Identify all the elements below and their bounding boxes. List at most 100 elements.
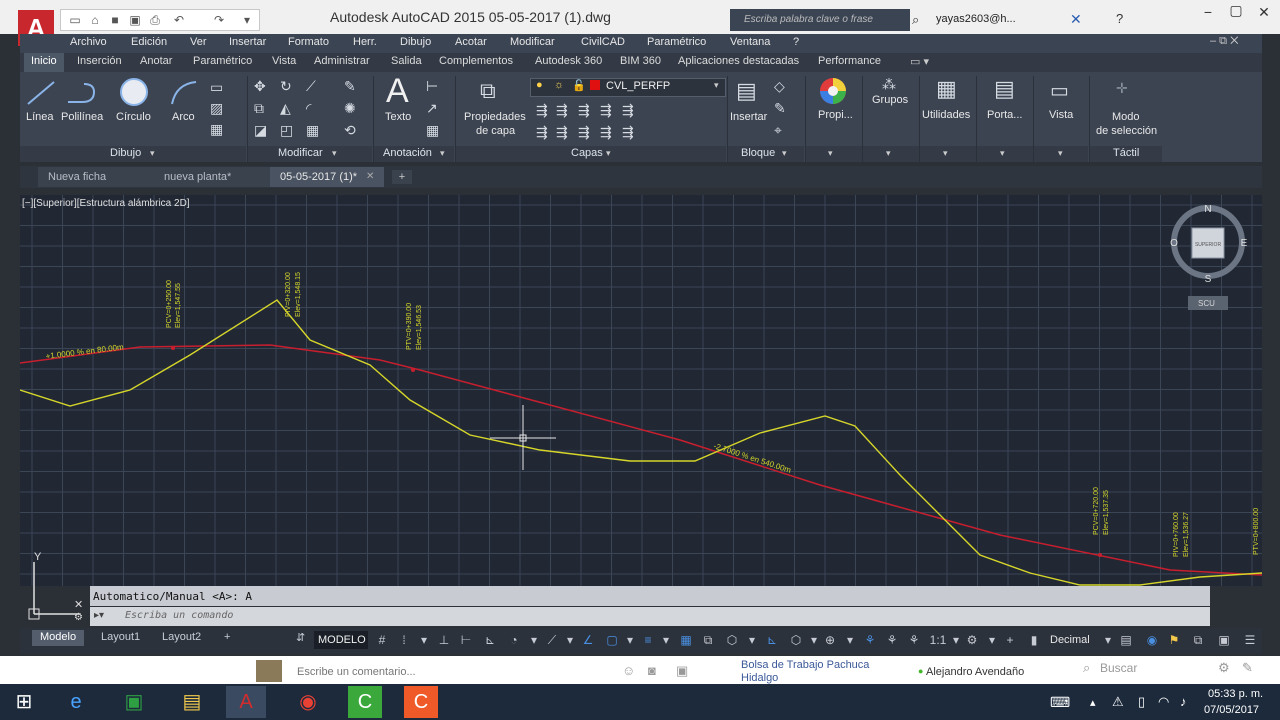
layer-tool-icon[interactable]: ⇶ <box>536 124 548 141</box>
viewcube[interactable]: SUPERIOR N S E O SCU <box>1166 200 1256 315</box>
save-as-icon[interactable]: ▣ <box>127 12 143 28</box>
ribbon-tab-11[interactable]: Performance <box>818 55 881 67</box>
layer-tool-icon[interactable]: ⇶ <box>622 102 634 119</box>
ribbon-tab-10[interactable]: Aplicaciones destacadas <box>678 55 799 67</box>
panel-title-annotation[interactable]: Anotación <box>383 147 432 159</box>
layer-tool-icon[interactable]: ⇶ <box>622 124 634 141</box>
compass-north[interactable]: N <box>1204 204 1211 215</box>
copy-icon[interactable]: ⧉ <box>254 100 264 117</box>
volume-icon[interactable]: ♪ <box>1180 694 1187 709</box>
insert-block-icon[interactable]: ▤ <box>736 78 757 104</box>
table-icon[interactable]: ▦ <box>426 122 439 139</box>
customization-icon[interactable]: ☰ <box>1242 633 1258 647</box>
drawing-canvas[interactable]: +1.0000 % en 80.00m -2.7000 % en 540.00m… <box>20 195 1262 586</box>
chevron-down-icon[interactable]: ▾ <box>828 148 833 159</box>
chevron-down-icon[interactable]: ▾ <box>332 148 337 159</box>
circle-button[interactable]: Círculo <box>116 111 151 123</box>
polyline-button[interactable]: Polilínea <box>61 111 103 123</box>
offset-icon[interactable]: ⟲ <box>344 122 356 139</box>
chevron-down-icon[interactable]: ▾ <box>842 633 858 647</box>
comment-input[interactable]: Escribe un comentario... <box>297 666 416 678</box>
compass-west[interactable]: O <box>1170 238 1178 249</box>
qat-menu-icon[interactable]: ▾ <box>239 12 255 28</box>
menu-item-8[interactable]: Modificar <box>510 36 555 48</box>
menu-item-3[interactable]: Insertar <box>229 36 266 48</box>
drawing-svg[interactable]: +1.0000 % en 80.00m -2.7000 % en 540.00m… <box>20 195 1262 586</box>
menu-item-12[interactable]: ? <box>793 36 799 48</box>
undo-icon[interactable]: ↶ <box>171 12 187 28</box>
region-icon[interactable]: ▦ <box>210 121 223 138</box>
layer-tool-icon[interactable]: ⇶ <box>600 124 612 141</box>
ribbon-tab-6[interactable]: Salida <box>391 55 422 67</box>
redo-icon[interactable]: ↷ <box>211 12 227 28</box>
color-wheel-icon[interactable] <box>818 76 848 106</box>
clipboard-button[interactable]: Porta... <box>987 109 1022 121</box>
polyline-icon[interactable] <box>64 78 100 108</box>
rectangle-icon[interactable]: ▭ <box>210 79 223 96</box>
quick-properties-icon[interactable]: ▤ <box>1118 633 1134 647</box>
panel-title-layers[interactable]: Capas <box>571 147 603 159</box>
save-icon[interactable]: ■ <box>107 12 123 28</box>
close-icon[interactable]: ✕ <box>1254 4 1274 21</box>
command-prompt-icon[interactable]: ▸▾ <box>94 610 104 621</box>
print-icon[interactable]: ⎙ <box>147 12 163 28</box>
menu-item-0[interactable]: Archivo <box>70 36 107 48</box>
selection-mode-label-2[interactable]: de selección <box>1096 125 1157 137</box>
trim-icon[interactable]: ⟋ <box>306 78 316 95</box>
groups-button[interactable]: Grupos <box>872 94 908 106</box>
ribbon-tab-4[interactable]: Vista <box>272 55 296 67</box>
line-icon[interactable] <box>24 78 58 108</box>
selection-filter-icon[interactable]: ⬡ <box>788 633 804 647</box>
add-tab-icon[interactable]: + <box>392 170 412 184</box>
chevron-down-icon[interactable]: ▾ <box>562 633 578 647</box>
layer-tool-icon[interactable]: ⇶ <box>536 102 548 119</box>
menu-item-5[interactable]: Herr. <box>353 36 377 48</box>
panel-title-tactil[interactable]: Táctil <box>1113 147 1139 159</box>
sticker-icon[interactable]: ▣ <box>676 663 688 679</box>
erase-icon[interactable]: ✎ <box>344 78 356 95</box>
group-icon[interactable]: ⁂ <box>882 76 896 93</box>
chevron-down-icon[interactable]: ▾ <box>1100 633 1116 647</box>
ribbon-tab-1[interactable]: Inserción <box>77 55 122 67</box>
edit-block-icon[interactable]: ✎ <box>774 100 786 117</box>
doc-window-controls[interactable]: – ⧉ ✕ <box>1210 35 1238 48</box>
panel-title-modify[interactable]: Modificar <box>278 147 323 159</box>
selection-cycling-icon[interactable]: ⧉ <box>700 633 716 648</box>
doc-tab-new[interactable]: Nueva ficha <box>38 167 158 187</box>
windows-start-icon[interactable]: ⊞ <box>4 686 44 718</box>
emoji-icon[interactable]: ☺ <box>622 663 635 678</box>
gizmo-icon[interactable]: ⊕ <box>822 633 838 647</box>
menu-item-2[interactable]: Ver <box>190 36 207 48</box>
leader-icon[interactable]: ↗ <box>426 100 438 117</box>
arc-icon[interactable] <box>168 78 200 108</box>
workspace-gear-icon[interactable]: ⚙ <box>964 633 980 647</box>
menu-item-4[interactable]: Formato <box>288 36 329 48</box>
chevron-down-icon[interactable]: ▾ <box>744 633 760 647</box>
chevron-down-icon[interactable]: ▾ <box>416 633 432 647</box>
layer-tool-icon[interactable]: ⇶ <box>556 124 568 141</box>
text-icon[interactable]: A <box>386 72 409 111</box>
chevron-down-icon[interactable]: ▾ <box>886 148 891 159</box>
insert-button[interactable]: Insertar <box>730 111 767 123</box>
view-icon[interactable]: ▭ <box>1050 78 1069 103</box>
circle-icon[interactable] <box>118 76 150 108</box>
gear-icon[interactable]: ⚙ <box>1218 660 1230 676</box>
panel-title-draw[interactable]: Dibujo <box>110 147 141 159</box>
chevron-down-icon[interactable]: ▾ <box>150 148 155 159</box>
autocad-taskbar-icon[interactable]: A <box>226 686 266 718</box>
menu-item-11[interactable]: Ventana <box>730 36 770 48</box>
chevron-down-icon[interactable]: ▾ <box>943 148 948 159</box>
dynamic-ucs-icon[interactable]: ⊾ <box>764 633 780 647</box>
snap-icon[interactable]: ⁞ <box>396 633 412 647</box>
keyboard-icon[interactable]: ⌨ <box>1050 694 1070 711</box>
open-folder-icon[interactable]: ⌂ <box>87 12 103 28</box>
text-button[interactable]: Texto <box>385 111 411 123</box>
new-file-icon[interactable]: ▭ <box>67 12 83 28</box>
mirror-icon[interactable]: ◭ <box>280 100 291 117</box>
polar-tracking-icon[interactable]: ◔ <box>506 633 522 647</box>
chevron-down-icon[interactable]: ▾ <box>606 148 611 159</box>
search-icon[interactable]: ⌕ <box>912 12 928 28</box>
osnap-tracking-icon[interactable]: ∠ <box>580 633 596 647</box>
network-icon[interactable]: ⚠ <box>1112 694 1124 710</box>
object-snap-icon[interactable]: ▢ <box>604 633 620 647</box>
